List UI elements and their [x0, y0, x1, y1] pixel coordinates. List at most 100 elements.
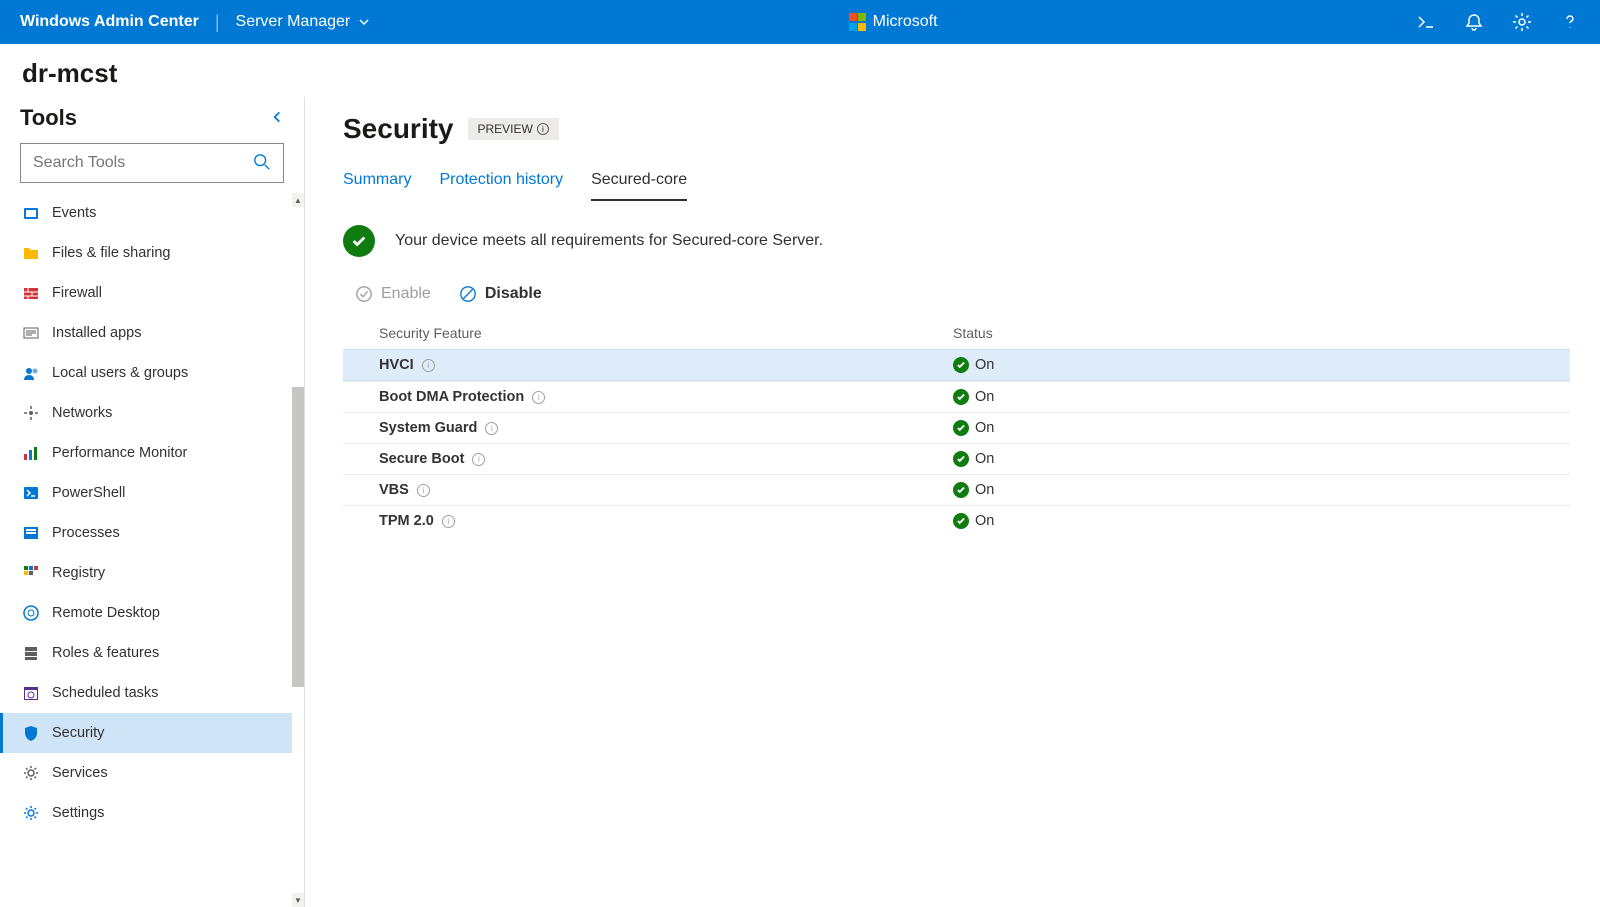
sidebar-item-settings[interactable]: Settings — [0, 793, 304, 833]
table-row[interactable]: VBS iOn — [343, 474, 1570, 505]
powershell-icon — [22, 484, 40, 502]
sidebar-item-roles[interactable]: Roles & features — [0, 633, 304, 673]
info-icon[interactable]: i — [472, 453, 485, 466]
feature-status: On — [953, 389, 1534, 405]
top-header: Windows Admin Center | Server Manager Mi… — [0, 0, 1600, 44]
sidebar-item-label: Services — [52, 765, 108, 781]
help-icon[interactable] — [1560, 12, 1580, 32]
sidebar: Tools ▲ EventsFiles & file sharing Firewa… — [0, 97, 305, 907]
check-icon — [953, 357, 969, 373]
table-row[interactable]: Secure Boot iOn — [343, 443, 1570, 474]
sidebar-item-powershell[interactable]: PowerShell — [0, 473, 304, 513]
tab-summary[interactable]: Summary — [343, 165, 411, 201]
sidebar-item-label: Networks — [52, 405, 112, 421]
firewall-icon — [22, 284, 40, 302]
sidebar-item-events[interactable]: Events — [0, 193, 304, 233]
sidebar-item-label: Installed apps — [52, 325, 141, 341]
col-status-header: Status — [953, 325, 1534, 341]
sidebar-item-label: Scheduled tasks — [52, 685, 158, 701]
server-name: dr-mcst — [22, 58, 1578, 89]
info-icon[interactable]: i — [422, 359, 435, 372]
tool-list[interactable]: ▲ EventsFiles & file sharing Firewall Inst… — [0, 193, 304, 907]
feature-table: HVCI iOnBoot DMA Protection iOnSystem Gu… — [343, 349, 1570, 536]
sidebar-item-label: Remote Desktop — [52, 605, 160, 621]
scroll-thumb[interactable] — [292, 387, 304, 687]
search-input[interactable] — [33, 154, 253, 172]
table-row[interactable]: TPM 2.0 iOn — [343, 505, 1570, 536]
info-icon[interactable]: i — [417, 484, 430, 497]
feature-status: On — [953, 451, 1534, 467]
enable-icon — [355, 285, 373, 303]
sidebar-item-processes[interactable]: Processes — [0, 513, 304, 553]
brand-text: Microsoft — [873, 13, 938, 31]
tabs: Summary Protection history Secured-core — [343, 165, 1570, 201]
feature-name: VBS i — [379, 482, 953, 498]
sidebar-item-networks[interactable]: Networks — [0, 393, 304, 433]
sidebar-item-users[interactable]: Local users & groups — [0, 353, 304, 393]
security-icon — [22, 724, 40, 742]
sidebar-item-label: Firewall — [52, 285, 102, 301]
server-header: dr-mcst — [0, 44, 1600, 97]
scheduled-icon — [22, 684, 40, 702]
sidebar-item-apps[interactable]: Installed apps — [0, 313, 304, 353]
sidebar-item-firewall[interactable]: Firewall — [0, 273, 304, 313]
table-header: Security Feature Status — [343, 317, 1570, 349]
apps-icon — [22, 324, 40, 342]
context-label: Server Manager — [236, 13, 351, 31]
services-icon — [22, 764, 40, 782]
context-dropdown[interactable]: Server Manager — [236, 13, 371, 31]
scroll-down-icon[interactable]: ▼ — [292, 893, 304, 907]
product-title[interactable]: Windows Admin Center — [20, 13, 199, 31]
status-banner: Your device meets all requirements for S… — [343, 225, 1570, 257]
main-content: Security PREVIEW i Summary Protection his… — [305, 97, 1600, 907]
sidebar-item-label: Performance Monitor — [52, 445, 187, 461]
sidebar-item-label: Roles & features — [52, 645, 159, 661]
feature-name: Boot DMA Protection i — [379, 389, 953, 405]
sidebar-item-files[interactable]: Files & file sharing — [0, 233, 304, 273]
users-icon — [22, 364, 40, 382]
events-icon — [22, 204, 40, 222]
table-row[interactable]: Boot DMA Protection iOn — [343, 381, 1570, 412]
info-icon[interactable]: i — [442, 515, 455, 528]
processes-icon — [22, 524, 40, 542]
sidebar-item-security[interactable]: Security — [0, 713, 304, 753]
settings-icon — [22, 804, 40, 822]
perf-icon — [22, 444, 40, 462]
sidebar-item-scheduled[interactable]: Scheduled tasks — [0, 673, 304, 713]
sidebar-item-label: PowerShell — [52, 485, 125, 501]
sidebar-item-label: Local users & groups — [52, 365, 188, 381]
info-icon[interactable]: i — [485, 422, 498, 435]
sidebar-item-rdp[interactable]: Remote Desktop — [0, 593, 304, 633]
console-icon[interactable] — [1416, 12, 1436, 32]
feature-name: HVCI i — [379, 357, 953, 373]
table-row[interactable]: HVCI iOn — [343, 349, 1570, 381]
files-icon — [22, 244, 40, 262]
info-icon[interactable]: i — [537, 123, 549, 135]
collapse-sidebar-icon[interactable] — [270, 110, 284, 127]
page-title: Security — [343, 113, 454, 145]
search-icon[interactable] — [253, 153, 271, 174]
feature-name: System Guard i — [379, 420, 953, 436]
feature-status: On — [953, 357, 1534, 373]
enable-button: Enable — [355, 285, 431, 303]
divider: | — [215, 12, 220, 33]
search-input-container[interactable] — [20, 143, 284, 183]
sidebar-item-label: Security — [52, 725, 104, 741]
disable-button[interactable]: Disable — [459, 285, 542, 303]
feature-status: On — [953, 482, 1534, 498]
sidebar-item-perf[interactable]: Performance Monitor — [0, 433, 304, 473]
info-icon[interactable]: i — [532, 391, 545, 404]
table-row[interactable]: System Guard iOn — [343, 412, 1570, 443]
tools-title: Tools — [20, 105, 77, 131]
notifications-icon[interactable] — [1464, 12, 1484, 32]
scroll-up-icon[interactable]: ▲ — [292, 193, 304, 207]
tab-secured-core[interactable]: Secured-core — [591, 165, 687, 201]
action-bar: Enable Disable — [343, 285, 1570, 317]
settings-icon[interactable] — [1512, 12, 1532, 32]
sidebar-item-registry[interactable]: Registry — [0, 553, 304, 593]
preview-badge: PREVIEW i — [468, 118, 559, 140]
tab-protection-history[interactable]: Protection history — [439, 165, 563, 201]
feature-status: On — [953, 420, 1534, 436]
rdp-icon — [22, 604, 40, 622]
sidebar-item-services[interactable]: Services — [0, 753, 304, 793]
